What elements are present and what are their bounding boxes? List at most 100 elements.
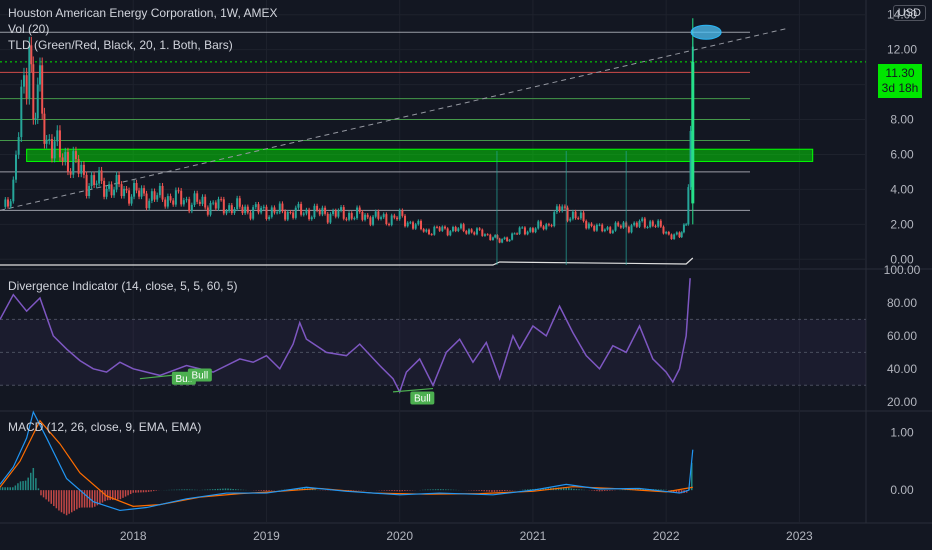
tld-indicator-label[interactable]: TLD (Green/Red, Black, 20, 1. Both, Bars… — [8, 38, 233, 52]
candle-body — [28, 45, 31, 99]
candle-body — [25, 75, 28, 99]
rsi-tick-label: 80.00 — [887, 296, 917, 310]
candle-body — [95, 183, 98, 185]
last-price-value: 11.30 — [885, 66, 915, 80]
candle-body — [276, 212, 279, 214]
candle-body — [430, 234, 433, 236]
candle-body — [685, 224, 688, 226]
candle-body — [206, 207, 209, 215]
candle-body — [342, 207, 345, 219]
candle-body — [77, 159, 80, 174]
supply-zone-box — [26, 148, 814, 162]
candle-body — [90, 175, 93, 187]
candle-body — [513, 233, 516, 235]
candle-body — [475, 228, 478, 235]
candle-body — [130, 196, 133, 204]
candle-body — [310, 217, 313, 220]
candle-body — [348, 213, 351, 220]
candle-body — [547, 224, 550, 226]
candle-body — [6, 199, 9, 207]
divergence-indicator-label[interactable]: Divergence Indicator (14, close, 5, 5, 6… — [8, 279, 237, 293]
candle-body — [614, 222, 617, 231]
trading-chart[interactable]: 2018 2019 2020 2021 2022 2023 0.00 2.00 4.00 6.00… — [0, 0, 932, 550]
candle-body — [422, 229, 425, 232]
chart-title: Houston American Energy Corporation, 1W,… — [8, 6, 278, 20]
candle-body — [678, 232, 681, 238]
candle-body — [571, 211, 574, 219]
candle-body — [100, 170, 103, 181]
price-tick-label: 6.00 — [890, 147, 914, 161]
candle-body — [262, 206, 265, 208]
price-tick-label: 2.00 — [890, 217, 914, 231]
candle-body — [518, 227, 521, 234]
candle-body — [302, 213, 305, 215]
candle-body — [682, 224, 685, 233]
candle-body — [88, 186, 91, 196]
macd-indicator-label[interactable]: MACD (12, 26, close, 9, EMA, EMA) — [8, 420, 201, 434]
candle-body — [236, 198, 239, 210]
x-tick-label: 2023 — [786, 529, 813, 543]
candle-body — [503, 237, 506, 240]
candle-body — [257, 204, 260, 213]
candle-body — [627, 226, 630, 233]
candle-body — [188, 199, 191, 212]
macd-tick-label: 0.00 — [890, 483, 914, 497]
candle-body — [523, 227, 526, 235]
candle-body — [123, 188, 126, 197]
candle-body — [164, 199, 167, 207]
candle-body — [595, 224, 598, 231]
candle-body — [643, 218, 646, 228]
candle-body — [228, 205, 231, 211]
volume-indicator-label[interactable]: Vol (20) — [8, 22, 49, 36]
rsi-tick-label: 20.00 — [887, 395, 917, 409]
candle-body — [579, 212, 582, 219]
candle-body — [61, 157, 64, 162]
candle-body — [220, 199, 223, 201]
candle-body — [433, 226, 436, 235]
candle-body — [17, 137, 20, 155]
candle-body — [177, 190, 180, 192]
candle-body — [246, 206, 249, 213]
candle-body — [105, 188, 108, 197]
candle-body — [185, 199, 188, 201]
x-tick-label: 2021 — [520, 529, 547, 543]
candle-body — [372, 216, 375, 225]
candle-body — [670, 234, 673, 240]
candle-body — [542, 226, 545, 230]
candle-body — [590, 223, 593, 226]
currency-button[interactable]: USD — [892, 5, 926, 21]
rsi-tick-label: 40.00 — [887, 362, 917, 376]
candle-body — [374, 211, 377, 217]
candle-body — [204, 196, 207, 208]
candle-body — [212, 202, 215, 204]
candle-body — [529, 228, 532, 232]
candle-body — [249, 212, 252, 219]
candle-body — [53, 141, 56, 159]
candle-body — [609, 227, 612, 233]
candle-body — [278, 203, 281, 213]
candle-body — [64, 152, 67, 162]
candle-body — [435, 226, 438, 228]
candle-body — [161, 185, 164, 200]
candle-body — [665, 231, 668, 234]
candle-body — [630, 225, 633, 233]
candle-body — [41, 65, 44, 114]
candle-body — [201, 196, 204, 204]
candle-body — [230, 205, 233, 214]
x-tick-label: 2019 — [253, 529, 280, 543]
candle-body — [169, 196, 172, 201]
candle-body — [69, 171, 72, 175]
candle-body — [601, 224, 604, 232]
price-tick-label: 4.00 — [890, 182, 914, 196]
candle-body — [574, 211, 577, 219]
candle-body — [550, 225, 553, 227]
candle-body — [316, 205, 319, 211]
candle-body — [506, 237, 509, 242]
candle-body — [14, 154, 17, 180]
candle-body — [58, 130, 61, 158]
candle-body — [516, 233, 519, 235]
candle-body — [646, 226, 649, 228]
candle-body — [454, 227, 457, 231]
candle-body — [158, 185, 161, 196]
candle-body — [20, 86, 23, 138]
